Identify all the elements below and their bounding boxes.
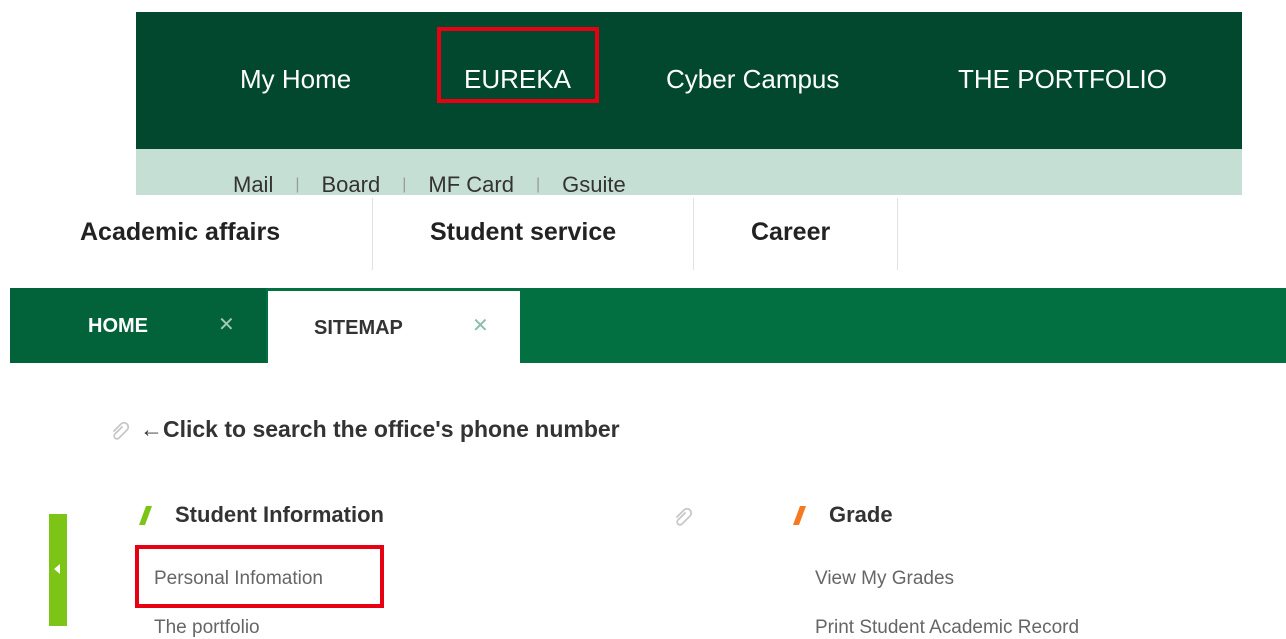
link-gsuite[interactable]: Gsuite (562, 172, 626, 198)
slash-marker-icon (793, 506, 806, 525)
separator: | (295, 176, 300, 193)
link-board[interactable]: Board (322, 172, 381, 198)
menu-divider (372, 198, 373, 270)
link-the-portfolio[interactable]: The portfolio (154, 617, 260, 639)
nav-the-portfolio[interactable]: THE PORTFOLIO (958, 64, 1167, 94)
paperclip-icon[interactable] (108, 417, 134, 443)
top-navigation-bar: My Home EUREKA Cyber Campus THE PORTFOLI… (136, 12, 1242, 149)
separator: | (402, 176, 407, 193)
tab-bar: HOME ✕ SITEMAP ✕ (10, 288, 1286, 363)
slash-marker-icon (139, 506, 152, 525)
paperclip-icon[interactable] (671, 503, 697, 529)
tab-home-label: HOME (88, 315, 148, 337)
sub-links-bar: Mail | Board | MF Card | Gsuite (136, 149, 1242, 198)
menu-divider (693, 198, 694, 270)
nav-my-home[interactable]: My Home (240, 64, 351, 94)
tab-home[interactable]: HOME ✕ (10, 288, 266, 363)
sidebar-collapse-tab[interactable] (49, 514, 67, 626)
nav-cyber-campus[interactable]: Cyber Campus (666, 64, 839, 94)
collapse-arrow-icon (54, 564, 60, 574)
section-title-text: Student Information (175, 502, 384, 527)
section-grade-title: Grade (789, 502, 893, 528)
section-student-information-title: Student Information (135, 502, 384, 528)
menu-divider (897, 198, 898, 270)
menu-student-service[interactable]: Student service (430, 218, 616, 247)
link-mf-card[interactable]: MF Card (428, 172, 514, 198)
menu-career[interactable]: Career (751, 218, 830, 247)
section-title-text: Grade (829, 502, 893, 527)
close-icon[interactable]: ✕ (218, 312, 235, 337)
sub-links: Mail | Board | MF Card | Gsuite (233, 172, 626, 198)
separator: | (535, 176, 541, 193)
menu-academic-affairs[interactable]: Academic affairs (80, 218, 280, 247)
link-view-my-grades[interactable]: View My Grades (815, 568, 954, 590)
phone-search-hint: ←Click to search the office's phone numb… (108, 416, 620, 443)
eureka-highlight-box (437, 27, 599, 103)
tab-sitemap[interactable]: SITEMAP ✕ (268, 291, 520, 363)
phone-search-hint-text: ←Click to search the office's phone numb… (140, 416, 620, 442)
personal-information-highlight-box (135, 545, 384, 608)
tab-sitemap-label: SITEMAP (314, 317, 403, 339)
close-icon[interactable]: ✕ (472, 313, 489, 338)
link-mail[interactable]: Mail (233, 172, 273, 198)
main-menu: Academic affairs Student service Career (0, 198, 1286, 270)
link-print-student-academic-record[interactable]: Print Student Academic Record (815, 617, 1079, 639)
